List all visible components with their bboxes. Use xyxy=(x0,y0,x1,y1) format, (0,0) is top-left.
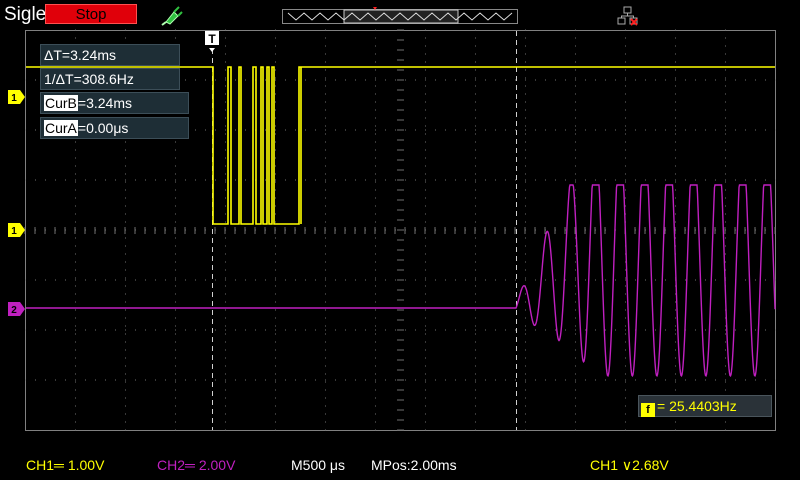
timebase-status[interactable]: M500 μs xyxy=(291,457,345,473)
cursor-a-tag: CurA xyxy=(44,120,78,136)
status-bar: CH1═ 1.00V CH2═ 2.00V M500 μs MPos:2.00m… xyxy=(0,450,800,480)
ch2-ground-marker[interactable]: 2 xyxy=(8,302,25,316)
horizontal-position-status[interactable]: MPos:2.00ms xyxy=(371,457,457,473)
trigger-position-label: T xyxy=(208,32,216,46)
cursor-a-readout[interactable]: CurA=0.00μs xyxy=(40,117,189,139)
measurement-value: = 25.4403Hz xyxy=(657,398,737,414)
frequency-measurement: f = 25.4403Hz xyxy=(638,395,772,417)
ch1-trigger-level-marker[interactable]: 1 xyxy=(8,90,25,104)
ch1-scale-status[interactable]: CH1═ 1.00V xyxy=(26,457,104,473)
trigger-position-marker[interactable]: T xyxy=(205,31,219,52)
cursor-b-readout[interactable]: CurB=3.24ms xyxy=(40,92,189,114)
ch1-ground-label: 1 xyxy=(11,226,17,237)
delta-t-value: ΔT=3.24ms xyxy=(44,47,116,63)
cursor-b-value: =3.24ms xyxy=(77,95,132,111)
cursor-b-tag: CurB xyxy=(44,95,78,111)
cursor-a-value: =0.00μs xyxy=(77,120,129,136)
trigger-status[interactable]: CH1 ∨2.68V xyxy=(590,457,669,474)
measurement-tag: f xyxy=(641,403,655,417)
ch1-ground-marker[interactable]: 1 xyxy=(8,223,25,237)
ch1-trigger-level-label: 1 xyxy=(11,93,17,104)
ch2-ground-label: 2 xyxy=(11,305,17,316)
ch2-scale-status[interactable]: CH2═ 2.00V xyxy=(157,457,235,473)
inverse-delta-t-readout: 1/ΔT=308.6Hz xyxy=(40,68,180,90)
delta-t-readout: ΔT=3.24ms xyxy=(40,44,180,66)
inverse-delta-t-value: 1/ΔT=308.6Hz xyxy=(44,71,134,87)
